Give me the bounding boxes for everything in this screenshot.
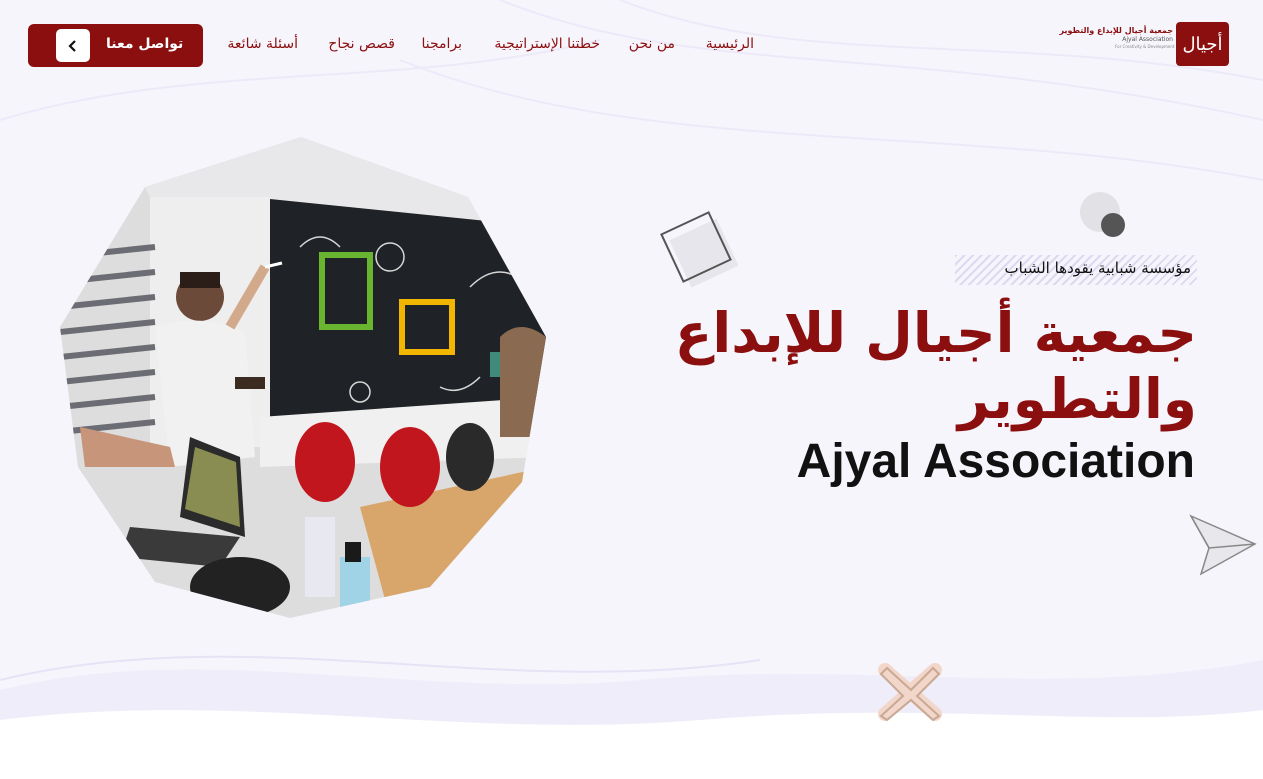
logo-text: جمعية أجيال للإبداع والتطوير Ajyal Assoc…: [1059, 26, 1175, 50]
site-header: أجيال جمعية أجيال للإبداع والتطوير Ajyal…: [0, 0, 1263, 90]
hero-photo: [60, 137, 546, 618]
contact-us-label: تواصل معنا: [106, 36, 184, 52]
nav-item-programs[interactable]: برامجنا: [421, 36, 462, 56]
nav-item-success-stories[interactable]: قصص نجاح: [328, 36, 395, 56]
chevron-left-icon: [56, 29, 90, 62]
contact-us-button[interactable]: تواصل معنا: [28, 24, 203, 67]
hero-title-en: Ajyal Association: [796, 435, 1195, 488]
hero-tagline: مؤسسة شبابية يقودها الشباب: [955, 255, 1197, 285]
square-outline-icon: [660, 211, 739, 288]
hero-tagline-text: مؤسسة شبابية يقودها الشباب: [1004, 259, 1192, 277]
paper-plane-icon: [1189, 514, 1257, 576]
logo-tagline-en: For Creativity & Development: [1115, 44, 1175, 49]
circle-icon: [1080, 192, 1125, 237]
logo[interactable]: أجيال جمعية أجيال للإبداع والتطوير Ajyal…: [1059, 22, 1229, 68]
nav-item-strategy[interactable]: خطتنا الإستراتيجية: [494, 36, 600, 56]
x-cross-icon: [878, 663, 942, 722]
logo-name-ar: جمعية أجيال للإبداع والتطوير: [1059, 26, 1173, 35]
nav-item-faq[interactable]: أسئلة شائعة: [227, 36, 298, 56]
logo-name-en: Ajyal Association: [1122, 36, 1173, 43]
nav-item-home[interactable]: الرئيسية: [706, 36, 754, 56]
logo-mark: أجيال: [1176, 22, 1229, 66]
nav-item-about[interactable]: من نحن: [629, 36, 675, 56]
hero-title-ar: جمعية أجيال للإبداع والتطوير: [674, 301, 1197, 431]
